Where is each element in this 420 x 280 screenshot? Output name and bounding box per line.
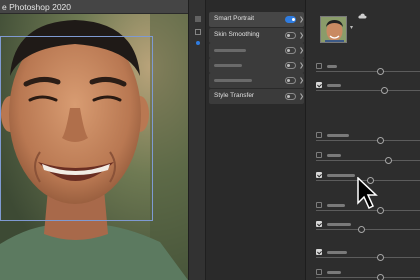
filter-item-smart-portrait[interactable]: Smart Portrait ❯ [209, 12, 304, 27]
setting-checkbox[interactable] [316, 221, 322, 227]
slider-handle[interactable] [377, 68, 384, 75]
filter-item-style-transfer[interactable]: Style Transfer ❯ [209, 89, 304, 104]
filter-dot-icon[interactable] [194, 39, 202, 47]
slider-track[interactable] [316, 229, 420, 230]
sliders-icon[interactable] [194, 15, 202, 23]
document-tab[interactable]: e Photoshop 2020 [0, 0, 188, 14]
thumbnail-face-image [321, 17, 346, 42]
setting-label-placeholder [327, 84, 341, 87]
setting-checkbox[interactable] [316, 249, 322, 255]
chevron-down-icon[interactable]: ▾ [350, 24, 353, 31]
filter-label-placeholder [214, 49, 246, 52]
chevron-right-icon[interactable]: ❯ [299, 47, 304, 54]
reference-thumbnail[interactable] [320, 16, 347, 43]
setting-label-placeholder [327, 174, 355, 177]
document-canvas[interactable]: e Photoshop 2020 [0, 0, 188, 280]
setting-label-placeholder [327, 134, 349, 137]
filter-toggle[interactable] [285, 77, 296, 84]
chevron-right-icon[interactable]: ❯ [299, 77, 304, 84]
setting-checkbox[interactable] [316, 202, 322, 208]
slider-track[interactable] [316, 71, 420, 72]
slider-handle[interactable] [377, 254, 384, 261]
filter-item[interactable]: ❯ [209, 43, 304, 58]
filter-toggle[interactable] [285, 93, 296, 100]
slider-track[interactable] [316, 160, 420, 161]
filter-toggle[interactable] [285, 32, 296, 39]
filter-label: Skin Smoothing [214, 31, 260, 38]
slider-handle[interactable] [377, 137, 384, 144]
filter-item[interactable]: ❯ [209, 73, 304, 88]
filter-label-placeholder [214, 79, 252, 82]
slider-track[interactable] [316, 140, 420, 141]
filter-item-skin-smoothing[interactable]: Skin Smoothing ❯ [209, 28, 304, 43]
slider-track[interactable] [316, 257, 420, 258]
chevron-right-icon[interactable]: ❯ [299, 93, 304, 100]
filter-toggle[interactable] [285, 47, 296, 54]
setting-label-placeholder [327, 65, 337, 68]
filter-label: Smart Portrait [214, 15, 255, 22]
filter-toggle[interactable] [285, 16, 296, 23]
slider-track[interactable] [316, 90, 420, 91]
setting-checkbox[interactable] [316, 172, 322, 178]
filter-toggle[interactable] [285, 62, 296, 69]
setting-label-placeholder [327, 223, 351, 226]
setting-checkbox[interactable] [316, 132, 322, 138]
slider-handle[interactable] [358, 226, 365, 233]
slider-handle[interactable] [377, 274, 384, 280]
setting-checkbox[interactable] [316, 152, 322, 158]
setting-checkbox[interactable] [316, 63, 322, 69]
mouse-pointer-icon [357, 177, 378, 209]
slider-track[interactable] [316, 210, 420, 211]
slider-handle[interactable] [385, 157, 392, 164]
chevron-right-icon[interactable]: ❯ [299, 32, 304, 39]
slider-handle[interactable] [381, 87, 388, 94]
setting-checkbox[interactable] [316, 269, 322, 275]
filter-settings-panel: ▾ [306, 0, 420, 280]
setting-label-placeholder [327, 204, 345, 207]
setting-label-placeholder [327, 251, 347, 254]
layers-icon[interactable] [194, 28, 202, 36]
filter-label: Style Transfer [214, 92, 255, 99]
setting-label-placeholder [327, 271, 341, 274]
setting-label-placeholder [327, 154, 341, 157]
slider-track[interactable] [316, 277, 420, 278]
app-title: e Photoshop 2020 [2, 2, 72, 12]
face-detection-box[interactable] [0, 36, 153, 221]
chevron-right-icon[interactable]: ❯ [299, 62, 304, 69]
setting-checkbox[interactable] [316, 82, 322, 88]
filter-item[interactable]: ❯ [209, 58, 304, 73]
filters-list-panel: Smart Portrait ❯ Skin Smoothing ❯ ❯ ❯ ❯ … [206, 0, 306, 280]
chevron-right-icon[interactable]: ❯ [299, 16, 304, 23]
panel-tool-strip [188, 0, 206, 280]
cloud-icon [358, 13, 367, 19]
filter-label-placeholder [214, 64, 242, 67]
